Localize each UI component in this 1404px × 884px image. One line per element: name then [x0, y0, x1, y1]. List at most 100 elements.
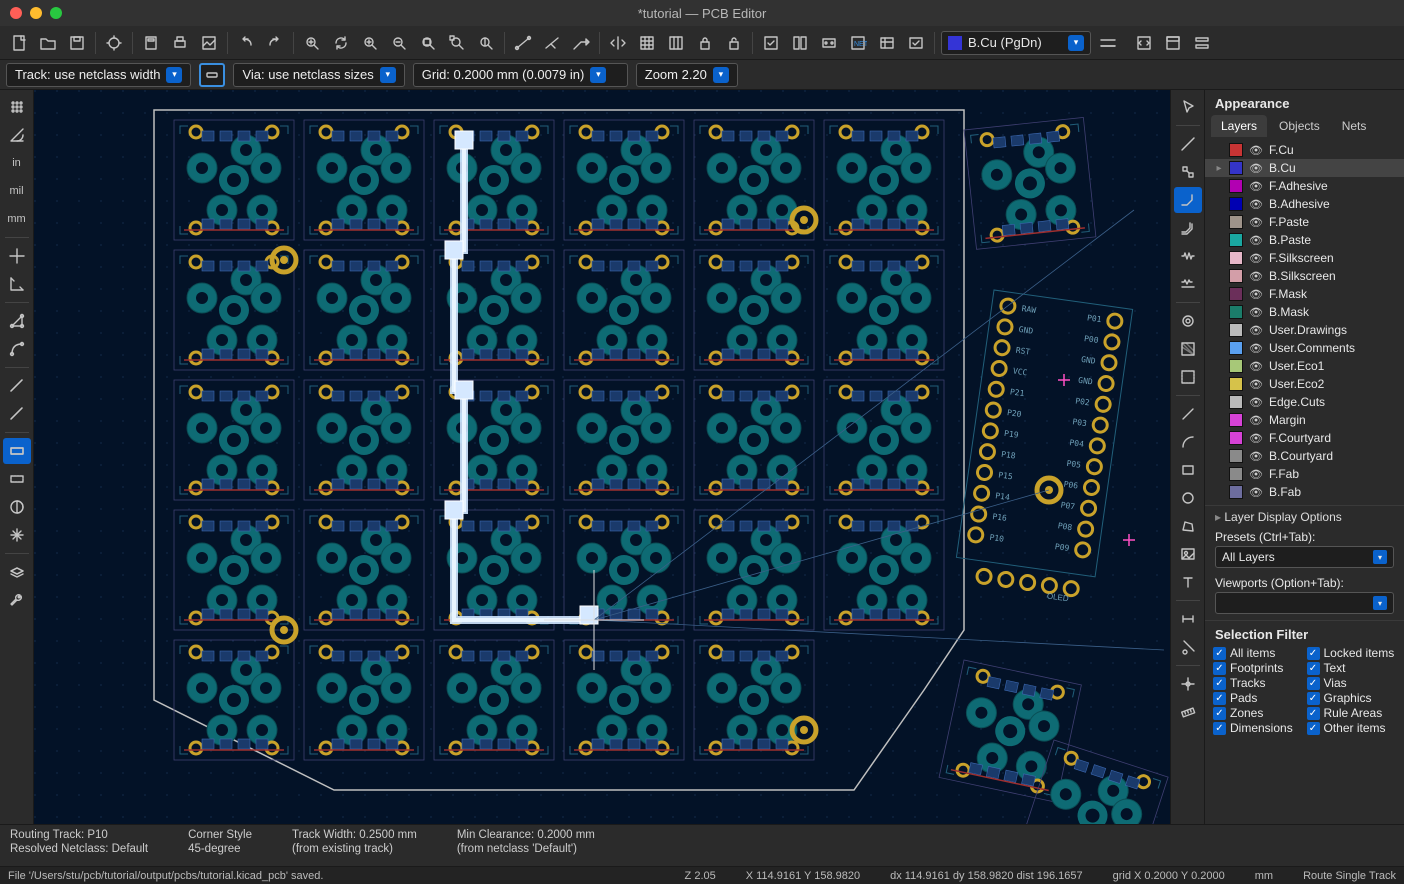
layer-row-user-comments[interactable]: 👁 User.Comments: [1205, 339, 1404, 357]
eye-icon[interactable]: 👁: [1249, 198, 1263, 211]
eye-icon[interactable]: 👁: [1249, 396, 1263, 409]
eye-icon[interactable]: 👁: [1249, 378, 1263, 391]
zoom-in-button[interactable]: [357, 30, 383, 56]
fullscreen-window-button[interactable]: [50, 7, 62, 19]
track-width-selector[interactable]: Track: use netclass width ▾: [6, 63, 191, 87]
show-grid-button[interactable]: [634, 30, 660, 56]
layer-color-swatch[interactable]: [1229, 233, 1243, 247]
layer-row-edge-cuts[interactable]: 👁 Edge.Cuts: [1205, 393, 1404, 411]
flip-board-button[interactable]: [605, 30, 631, 56]
filter-pads[interactable]: ✓Pads: [1213, 691, 1303, 705]
layer-color-swatch[interactable]: [1229, 341, 1243, 355]
layer-manager-button[interactable]: [1160, 30, 1186, 56]
net-highlight-button[interactable]: [539, 30, 565, 56]
new-file-button[interactable]: [6, 30, 32, 56]
layer-color-swatch[interactable]: [1229, 485, 1243, 499]
draw-arc-icon[interactable]: [1174, 429, 1202, 455]
select-icon[interactable]: [1174, 94, 1202, 120]
eye-icon[interactable]: 👁: [1249, 216, 1263, 229]
layer-row-f-courtyard[interactable]: 👁 F.Courtyard: [1205, 429, 1404, 447]
layer-color-swatch[interactable]: [1229, 269, 1243, 283]
zoom-redraw-button[interactable]: [473, 30, 499, 56]
layer-row-b-courtyard[interactable]: 👁 B.Courtyard: [1205, 447, 1404, 465]
close-window-button[interactable]: [10, 7, 22, 19]
filter-all-items[interactable]: ✓All items: [1213, 646, 1303, 660]
filter-dimensions[interactable]: ✓Dimensions: [1213, 721, 1303, 735]
board-setup-button[interactable]: [101, 30, 127, 56]
draw-line-icon[interactable]: [1174, 401, 1202, 427]
eye-icon[interactable]: 👁: [1249, 306, 1263, 319]
save-file-button[interactable]: [64, 30, 90, 56]
wrench-icon[interactable]: [3, 587, 31, 613]
refresh-button[interactable]: [328, 30, 354, 56]
layer-color-swatch[interactable]: [1229, 287, 1243, 301]
minimize-window-button[interactable]: [30, 7, 42, 19]
cursor-full-icon[interactable]: [3, 243, 31, 269]
eye-icon[interactable]: 👁: [1249, 144, 1263, 157]
eye-icon[interactable]: 👁: [1249, 360, 1263, 373]
tune-length-icon[interactable]: [1174, 243, 1202, 269]
layer-row-user-eco2[interactable]: 👁 User.Eco2: [1205, 375, 1404, 393]
layer-color-swatch[interactable]: [1229, 413, 1243, 427]
layer-color-swatch[interactable]: [1229, 359, 1243, 373]
eye-icon[interactable]: 👁: [1249, 450, 1263, 463]
place-image-icon[interactable]: [1174, 541, 1202, 567]
ratsnest-curved-icon[interactable]: [3, 336, 31, 362]
contrast-icon[interactable]: [3, 494, 31, 520]
open-file-button[interactable]: [35, 30, 61, 56]
origin-icon[interactable]: [1174, 671, 1202, 697]
layer-color-swatch[interactable]: [1229, 431, 1243, 445]
via-outline-icon[interactable]: [3, 438, 31, 464]
lock-button[interactable]: [692, 30, 718, 56]
redo-button[interactable]: [262, 30, 288, 56]
units-mm[interactable]: mm: [3, 206, 31, 232]
layer-row-f-fab[interactable]: 👁 F.Fab: [1205, 465, 1404, 483]
footprint-wizard-button[interactable]: [816, 30, 842, 56]
track-outline-icon[interactable]: [3, 466, 31, 492]
tab-nets[interactable]: Nets: [1332, 115, 1377, 137]
layer-row-f-mask[interactable]: 👁 F.Mask: [1205, 285, 1404, 303]
tune-skew-icon[interactable]: [1174, 271, 1202, 297]
filter-locked-items[interactable]: ✓Locked items: [1307, 646, 1397, 660]
zoom-selector[interactable]: Zoom 2.20 ▾: [636, 63, 738, 87]
page-settings-button[interactable]: [138, 30, 164, 56]
delete-icon[interactable]: [1174, 634, 1202, 660]
pcb-canvas[interactable]: RAWP01GNDP00RSTGNDVCCGNDP21P02P20P03P19P…: [34, 90, 1170, 824]
zoom-fit-button[interactable]: [415, 30, 441, 56]
filter-tracks[interactable]: ✓Tracks: [1213, 676, 1303, 690]
place-text-icon[interactable]: [1174, 569, 1202, 595]
plot-button[interactable]: [196, 30, 222, 56]
net-inspector-button[interactable]: [874, 30, 900, 56]
filter-vias[interactable]: ✓Vias: [1307, 676, 1397, 690]
eye-icon[interactable]: 👁: [1249, 270, 1263, 283]
layer-row-f-paste[interactable]: 👁 F.Paste: [1205, 213, 1404, 231]
filter-text[interactable]: ✓Text: [1307, 661, 1397, 675]
filter-footprints[interactable]: ✓Footprints: [1213, 661, 1303, 675]
zoom-out-button[interactable]: [386, 30, 412, 56]
eye-icon[interactable]: 👁: [1249, 324, 1263, 337]
layer-row-b-silkscreen[interactable]: 👁 B.Silkscreen: [1205, 267, 1404, 285]
eye-icon[interactable]: 👁: [1249, 342, 1263, 355]
layer-row-b-cu[interactable]: ▸ 👁 B.Cu: [1205, 159, 1404, 177]
route-track-icon[interactable]: [1174, 187, 1202, 213]
eye-icon[interactable]: 👁: [1249, 252, 1263, 265]
polar-icon[interactable]: [3, 122, 31, 148]
layer-row-b-fab[interactable]: 👁 B.Fab: [1205, 483, 1404, 501]
pad-outline-icon[interactable]: [3, 401, 31, 427]
eye-icon[interactable]: 👁: [1249, 234, 1263, 247]
net-inspect-button[interactable]: [568, 30, 594, 56]
presets-selector[interactable]: All Layers ▾: [1215, 546, 1394, 568]
library-button[interactable]: [787, 30, 813, 56]
viewports-selector[interactable]: ▾: [1215, 592, 1394, 614]
dimension-icon[interactable]: [1174, 606, 1202, 632]
print-button[interactable]: [167, 30, 193, 56]
draw-poly-icon[interactable]: [1174, 513, 1202, 539]
tab-objects[interactable]: Objects: [1269, 115, 1330, 137]
layer-color-swatch[interactable]: [1229, 467, 1243, 481]
rats-toggle-button[interactable]: [510, 30, 536, 56]
draw-circle-icon[interactable]: [1174, 485, 1202, 511]
highlight-net-icon[interactable]: [1174, 131, 1202, 157]
measure-icon[interactable]: [1174, 699, 1202, 725]
grid-selector[interactable]: Grid: 0.2000 mm (0.0079 in) ▾: [413, 63, 628, 87]
layer-color-swatch[interactable]: [1229, 395, 1243, 409]
